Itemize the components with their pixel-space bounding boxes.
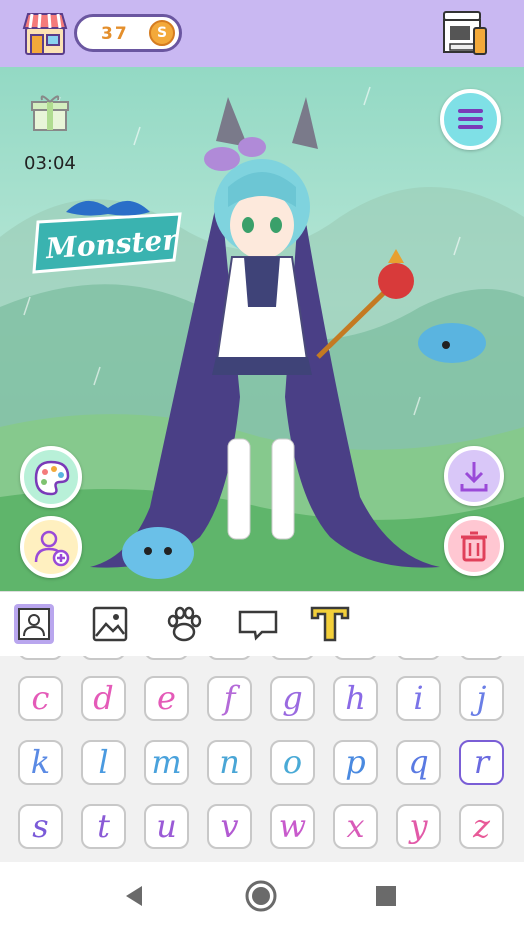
monster-logo: Monster: [32, 200, 182, 274]
coin-counter[interactable]: 37 S: [74, 14, 182, 52]
timer: 03:04: [24, 153, 76, 174]
home-icon[interactable]: [244, 879, 278, 913]
top-bar: 37 S: [0, 0, 524, 67]
letter-key-f[interactable]: f: [207, 676, 252, 721]
letter-key-q[interactable]: q: [396, 740, 441, 785]
add-person-icon: [34, 530, 70, 567]
letter-key-p[interactable]: p: [333, 740, 378, 785]
letter-key-h[interactable]: h: [333, 676, 378, 721]
letter-key-hidden[interactable]: [459, 656, 504, 660]
coin-icon: S: [149, 20, 175, 46]
letter-key-i[interactable]: i: [396, 676, 441, 721]
letter-key-hidden[interactable]: [396, 656, 441, 660]
trash-icon: [461, 531, 487, 562]
letter-key-c[interactable]: c: [18, 676, 63, 721]
letter-key-u[interactable]: u: [144, 804, 189, 849]
letter-key-x[interactable]: x: [333, 804, 378, 849]
letter-key-y[interactable]: y: [396, 804, 441, 849]
category-tab-bar: [0, 591, 524, 657]
speech-bubble-tab-icon[interactable]: [234, 600, 282, 648]
vending-machine-icon[interactable]: [440, 10, 490, 58]
letter-key-hidden[interactable]: [144, 656, 189, 660]
letter-key-o[interactable]: o: [270, 740, 315, 785]
letter-key-s[interactable]: s: [18, 804, 63, 849]
letter-key-hidden[interactable]: [18, 656, 63, 660]
menu-button[interactable]: [440, 89, 501, 150]
letter-key-n[interactable]: n: [207, 740, 252, 785]
letter-grid: cdefghij klmnopqr stuvwxyz: [0, 656, 524, 862]
delete-button[interactable]: [444, 516, 504, 576]
download-icon: [460, 462, 488, 492]
letter-key-t[interactable]: t: [81, 804, 126, 849]
dress-up-scene: 03:04 Monster: [0, 67, 524, 591]
letter-key-e[interactable]: e: [144, 676, 189, 721]
back-icon[interactable]: [122, 884, 146, 908]
pet-tab-icon[interactable]: [160, 600, 208, 648]
letter-key-r[interactable]: r: [459, 740, 504, 785]
character-tab-icon[interactable]: [10, 600, 58, 648]
letter-key-w[interactable]: w: [270, 804, 315, 849]
text-tab-icon[interactable]: [306, 600, 354, 648]
letter-key-g[interactable]: g: [270, 676, 315, 721]
palette-button[interactable]: [20, 446, 82, 508]
system-nav-bar: [0, 862, 524, 931]
letter-key-hidden[interactable]: [81, 656, 126, 660]
letter-key-j[interactable]: j: [459, 676, 504, 721]
letter-key-hidden[interactable]: [207, 656, 252, 660]
letter-key-z[interactable]: z: [459, 804, 504, 849]
menu-icon: [458, 109, 483, 129]
gift-icon[interactable]: [30, 92, 70, 132]
letter-key-l[interactable]: l: [81, 740, 126, 785]
letter-key-k[interactable]: k: [18, 740, 63, 785]
recents-icon[interactable]: [374, 884, 398, 908]
letter-key-d[interactable]: d: [81, 676, 126, 721]
add-character-button[interactable]: [20, 516, 82, 578]
background-tab-icon[interactable]: [86, 600, 134, 648]
download-button[interactable]: [444, 446, 504, 506]
palette-icon: [34, 460, 70, 496]
letter-key-hidden[interactable]: [333, 656, 378, 660]
letter-key-m[interactable]: m: [144, 740, 189, 785]
coin-count: 37: [101, 24, 129, 44]
letter-key-v[interactable]: v: [207, 804, 252, 849]
letter-key-hidden[interactable]: [270, 656, 315, 660]
shop-icon[interactable]: [22, 10, 68, 56]
